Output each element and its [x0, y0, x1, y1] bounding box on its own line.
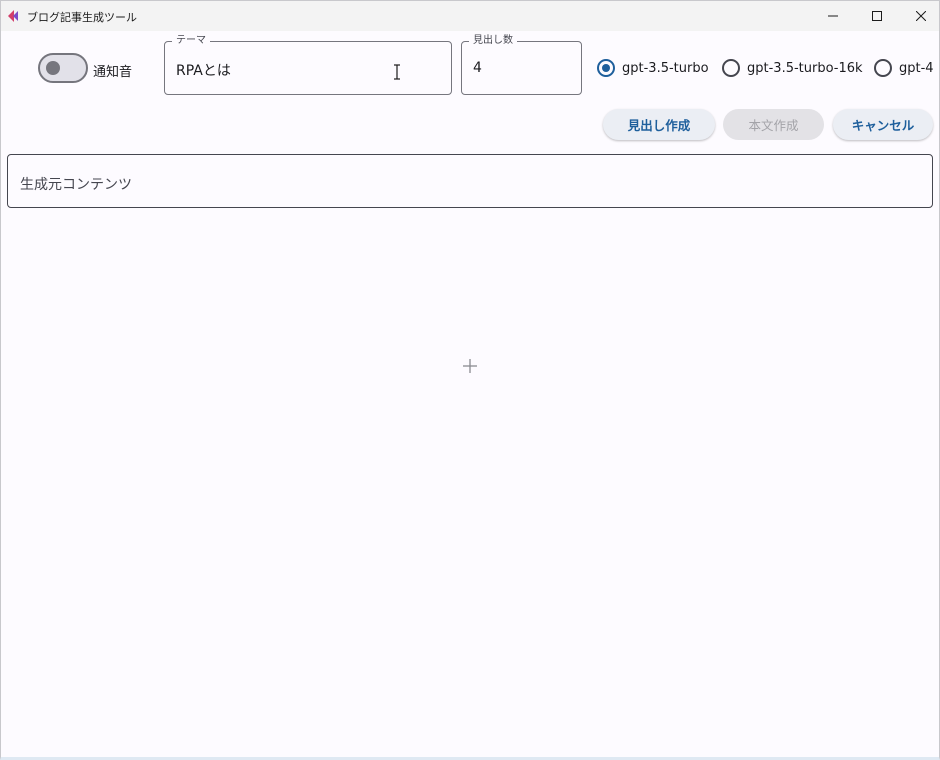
maximize-button[interactable] [855, 1, 899, 31]
close-icon [916, 11, 926, 21]
source-content-placeholder: 生成元コンテンツ [20, 177, 132, 193]
model-label: gpt-3.5-turbo-16k [747, 60, 863, 76]
heading-count-value: 4 [473, 60, 482, 76]
close-button[interactable] [899, 1, 940, 31]
app-logo-icon [8, 10, 18, 22]
notification-sound-toggle[interactable] [38, 53, 88, 83]
theme-input-label: テーマ [172, 34, 210, 48]
heading-count-label: 見出し数 [469, 34, 517, 48]
minimize-button[interactable] [811, 1, 855, 31]
window-title: ブログ記事生成ツール [27, 11, 137, 24]
theme-input-value: RPAとは [176, 63, 231, 79]
source-content-input[interactable]: 生成元コンテンツ [7, 154, 933, 208]
notification-sound-label: 通知音 [93, 65, 133, 80]
minimize-icon [828, 15, 838, 17]
model-radio-gpt-4[interactable]: gpt-4 [874, 59, 934, 77]
cancel-button[interactable]: キャンセル [833, 109, 933, 140]
radio-unselected-icon [722, 59, 740, 77]
maximize-icon [872, 11, 882, 21]
model-radio-gpt-3-5-turbo-16k[interactable]: gpt-3.5-turbo-16k [722, 59, 863, 77]
app-window: ブログ記事生成ツール 通知音 テーマ RPAとは 見出し数 4 gpt-3.5-… [0, 0, 940, 760]
text-cursor-icon [394, 64, 400, 80]
radio-selected-icon [597, 59, 615, 77]
radio-unselected-icon [874, 59, 892, 77]
heading-count-input[interactable]: 見出し数 4 [461, 34, 582, 95]
model-label: gpt-4 [899, 60, 934, 76]
toggle-knob [46, 61, 60, 75]
create-headings-button[interactable]: 見出し作成 [603, 109, 715, 140]
theme-input[interactable]: テーマ RPAとは [164, 34, 452, 95]
model-label: gpt-3.5-turbo [622, 60, 709, 76]
model-radio-gpt-3-5-turbo[interactable]: gpt-3.5-turbo [597, 59, 709, 77]
plus-icon [463, 359, 477, 373]
create-body-button[interactable]: 本文作成 [723, 109, 824, 140]
title-bar: ブログ記事生成ツール [1, 1, 939, 31]
